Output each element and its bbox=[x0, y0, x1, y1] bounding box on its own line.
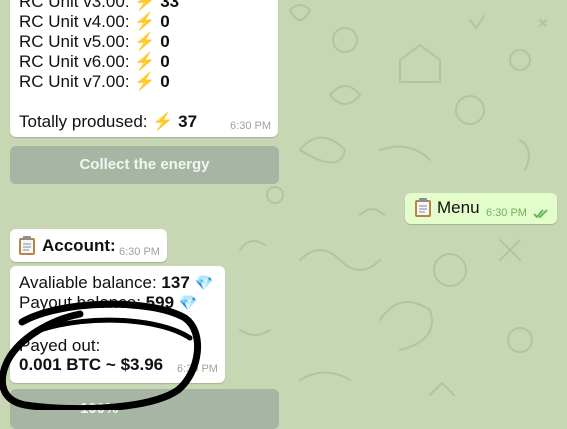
unit-label: RC Unit v5.00: bbox=[19, 32, 130, 51]
message-time: 6:30 PM bbox=[486, 207, 527, 219]
payout-balance-value: 599 bbox=[145, 293, 175, 312]
double-check-icon bbox=[533, 206, 549, 224]
payout-balance-label: Payout balance: bbox=[19, 293, 141, 312]
unit-row: RC Unit v7.00: ⚡ 0 bbox=[19, 72, 197, 92]
bottom-keyboard-button[interactable]: 100% bbox=[10, 389, 279, 429]
unit-label: RC Unit v3.00: bbox=[19, 0, 130, 11]
payed-out-value: 0.001 BTC ~ $3.96 bbox=[19, 355, 164, 374]
unit-label: RC Unit v7.00: bbox=[19, 72, 130, 91]
unit-value: 0 bbox=[160, 52, 170, 71]
clipboard-icon bbox=[18, 236, 36, 261]
message-time: 6:30 PM bbox=[177, 363, 218, 375]
lightning-bolt-icon: ⚡ bbox=[134, 32, 156, 51]
unit-row: RC Unit v5.00: ⚡ 0 bbox=[19, 32, 197, 52]
unit-value: 0 bbox=[160, 72, 170, 91]
lightning-bolt-icon: ⚡ bbox=[134, 0, 156, 11]
total-label: Totally prodused: bbox=[19, 112, 148, 131]
units-list: RC Unit v3.00: ⚡ 33 RC Unit v4.00: ⚡ 0 R… bbox=[19, 0, 197, 132]
message-time: 6:30 PM bbox=[230, 120, 271, 132]
total-row: Totally prodused: ⚡ 37 bbox=[19, 112, 197, 132]
unit-value: 0 bbox=[160, 32, 170, 51]
lightning-bolt-icon: ⚡ bbox=[134, 72, 156, 91]
clipboard-icon bbox=[414, 198, 432, 223]
account-title: Account: bbox=[42, 236, 116, 255]
collect-energy-button[interactable]: Collect the energy bbox=[10, 146, 279, 184]
lightning-bolt-icon: ⚡ bbox=[134, 52, 156, 71]
unit-label: RC Unit v6.00: bbox=[19, 52, 130, 71]
bottom-button-label: 100% bbox=[80, 400, 119, 417]
message-time: 6:30 PM bbox=[119, 246, 160, 258]
balance-message-bubble: Avaliable balance: 137 💎 Payout balance:… bbox=[10, 266, 225, 383]
payed-out-label: Payed out: bbox=[19, 336, 101, 355]
account-message-bubble: Account: 6:30 PM bbox=[10, 229, 167, 262]
avaliable-balance-value: 137 bbox=[161, 273, 190, 292]
lightning-bolt-icon: ⚡ bbox=[134, 12, 156, 31]
units-message-bubble: RC Unit v3.00: ⚡ 33 RC Unit v4.00: ⚡ 0 R… bbox=[10, 0, 278, 137]
unit-value: 0 bbox=[160, 12, 170, 31]
unit-value: 33 bbox=[160, 0, 180, 11]
menu-text: Menu bbox=[437, 198, 480, 217]
unit-row: RC Unit v4.00: ⚡ 0 bbox=[19, 12, 197, 32]
total-value: 37 bbox=[178, 112, 198, 131]
menu-message-bubble: Menu 6:30 PM bbox=[405, 193, 557, 224]
avaliable-balance-label: Avaliable balance: bbox=[19, 273, 157, 292]
gem-icon: 💎 bbox=[178, 295, 198, 312]
gem-icon: 💎 bbox=[194, 275, 214, 292]
lightning-bolt-icon: ⚡ bbox=[152, 112, 174, 131]
payout-balance-row: Payout balance: 599 💎 bbox=[19, 293, 197, 314]
unit-row: RC Unit v3.00: ⚡ 33 bbox=[19, 0, 197, 12]
collect-energy-label: Collect the energy bbox=[79, 156, 210, 173]
avaliable-balance-row: Avaliable balance: 137 💎 bbox=[19, 273, 213, 294]
unit-row: RC Unit v6.00: ⚡ 0 bbox=[19, 52, 197, 72]
unit-label: RC Unit v4.00: bbox=[19, 12, 130, 31]
